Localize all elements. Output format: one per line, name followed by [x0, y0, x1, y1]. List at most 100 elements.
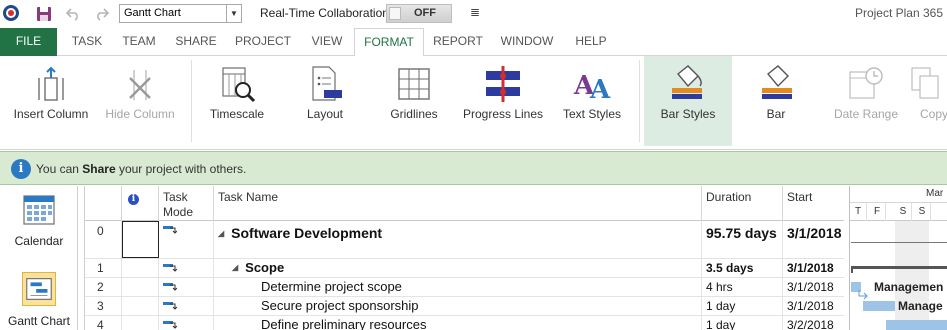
view-select[interactable]: Gantt Chart ▼ [119, 4, 242, 23]
text-styles-button[interactable]: A A Text Styles [552, 56, 632, 146]
gridlines-label: Gridlines [390, 107, 438, 121]
insert-column-icon [38, 66, 64, 101]
header-task-name[interactable]: Task Name [214, 186, 702, 221]
save-button[interactable] [34, 4, 54, 24]
undo-button[interactable] [63, 4, 83, 24]
gantt-task-bar[interactable] [886, 320, 947, 330]
table-row[interactable]: 2 Determine project scope 4 hrs 3/1/2018 [85, 278, 844, 297]
collapse-icon[interactable]: ◢ [218, 222, 224, 246]
gantt-resource-label: Manage [898, 299, 943, 313]
copy-button[interactable]: Copy [911, 56, 947, 146]
tab-project[interactable]: PROJECT [228, 28, 298, 56]
indicator-cell[interactable] [122, 278, 159, 296]
task-name-cell[interactable]: ◢ Scope [214, 259, 702, 277]
task-name-cell[interactable]: Define preliminary resources [214, 316, 702, 330]
table-row[interactable]: 1 ◢ Scope 3.5 days 3/1/2018 [85, 259, 844, 278]
view-calendar[interactable]: Calendar [0, 186, 78, 256]
app-window: { "quick_access": { "view_select_value":… [0, 0, 947, 330]
timescale-label: Timescale [209, 107, 265, 121]
info-bar: i You can Share your project with others… [0, 151, 947, 185]
indicator-cell[interactable] [122, 221, 159, 258]
table-row[interactable]: 4 Define preliminary resources 1 day 3/2… [85, 316, 844, 330]
table-row[interactable]: 3 Secure project sponsorship 1 day 3/1/2… [85, 297, 844, 316]
day-label: F [869, 203, 886, 221]
timescale-button[interactable]: Timescale [198, 56, 276, 146]
gantt-task-bar[interactable] [863, 301, 895, 311]
insert-column-button[interactable]: Insert Column [8, 56, 94, 146]
tab-help[interactable]: HELP [566, 28, 616, 56]
tab-report[interactable]: REPORT [427, 28, 489, 56]
header-duration[interactable]: Duration [702, 186, 783, 221]
header-row-id[interactable] [85, 186, 122, 221]
date-range-button[interactable]: Date Range [826, 56, 906, 146]
start-cell[interactable]: 3/2/2018 [783, 316, 844, 330]
indicator-cell[interactable] [122, 316, 159, 330]
date-range-label: Date Range [833, 107, 899, 121]
view-gantt[interactable]: Gantt Chart [0, 266, 78, 330]
duration-cell[interactable]: 4 hrs [702, 278, 783, 296]
chevron-down-icon[interactable]: ▼ [226, 5, 241, 22]
calendar-icon [23, 195, 55, 225]
duration-cell[interactable]: 95.75 days [702, 221, 783, 258]
task-mode-cell[interactable] [159, 278, 214, 296]
summary-bar[interactable] [851, 266, 947, 269]
bar-button[interactable]: Bar [738, 56, 814, 146]
progress-lines-button[interactable]: Progress Lines [462, 56, 544, 146]
task-name-cell[interactable]: Determine project scope [214, 278, 702, 296]
start-cell[interactable]: 3/1/2018 [783, 221, 844, 258]
collab-state: OFF [414, 7, 436, 19]
task-mode-cell[interactable] [159, 316, 214, 330]
task-mode-cell[interactable] [159, 221, 214, 258]
duration-cell[interactable]: 3.5 days [702, 259, 783, 277]
view-bar: Calendar Gantt Chart [0, 186, 78, 330]
layout-button[interactable]: Layout [286, 56, 364, 146]
grid-header: i Task Mode Task Name Duration Start [85, 186, 844, 221]
svg-text:A: A [589, 75, 611, 104]
copy-label: Copy [920, 107, 947, 121]
gridlines-button[interactable]: Gridlines [374, 56, 454, 146]
tab-share[interactable]: SHARE [168, 28, 224, 56]
app-logo-icon[interactable] [3, 5, 19, 21]
hide-column-button[interactable]: Hide Column [100, 56, 180, 146]
title-bar: Gantt Chart ▼ Real-Time Collaboration OF… [0, 0, 947, 28]
gantt-chart-pane[interactable]: Mar T F S S Managemen Manage [849, 186, 947, 330]
timescale-top-tier: Mar [850, 186, 947, 203]
tab-team[interactable]: TEAM [114, 28, 164, 56]
header-task-mode[interactable]: Task Mode [159, 186, 214, 221]
tab-window[interactable]: WINDOW [494, 28, 560, 56]
auto-schedule-icon [163, 226, 177, 234]
info-share-link[interactable]: Share [82, 162, 115, 176]
task-mode-cell[interactable] [159, 297, 214, 315]
task-name-cell[interactable]: Secure project sponsorship [214, 297, 702, 315]
customize-toolbar-icon[interactable]: ≣ [470, 5, 480, 19]
indicator-cell[interactable] [122, 259, 159, 277]
layout-label: Layout [306, 107, 344, 121]
project-summary-bar[interactable] [851, 242, 947, 243]
header-start[interactable]: Start [783, 186, 844, 221]
duration-cell[interactable]: 1 day [702, 297, 783, 315]
app-title: Project Plan 365 [854, 6, 943, 20]
header-indicators[interactable]: i [122, 186, 159, 221]
progress-lines-icon [486, 66, 520, 102]
collab-toggle[interactable]: OFF [386, 4, 452, 23]
tab-format[interactable]: FORMAT [354, 28, 424, 57]
gantt-resource-label: Managemen [874, 280, 944, 294]
indicator-cell[interactable] [122, 297, 159, 315]
save-icon [37, 7, 51, 21]
tab-task[interactable]: TASK [62, 28, 112, 56]
collapse-icon[interactable]: ◢ [232, 259, 238, 277]
redo-button[interactable] [92, 4, 112, 24]
start-cell[interactable]: 3/1/2018 [783, 278, 844, 296]
tab-file[interactable]: FILE [0, 28, 57, 56]
info-prefix: You can [36, 162, 83, 176]
row-id: 3 [85, 297, 122, 315]
table-row[interactable]: 0 ◢ Software Development 95.75 days 3/1/2… [85, 221, 844, 259]
duration-cell[interactable]: 1 day [702, 316, 783, 330]
tab-view[interactable]: VIEW [302, 28, 352, 56]
start-cell[interactable]: 3/1/2018 [783, 259, 844, 277]
task-mode-cell[interactable] [159, 259, 214, 277]
bar-styles-button[interactable]: Bar Styles [644, 56, 732, 146]
task-name-cell[interactable]: ◢ Software Development [214, 221, 702, 258]
start-cell[interactable]: 3/1/2018 [783, 297, 844, 315]
timescale-bottom-tier: T F S S [850, 203, 947, 221]
